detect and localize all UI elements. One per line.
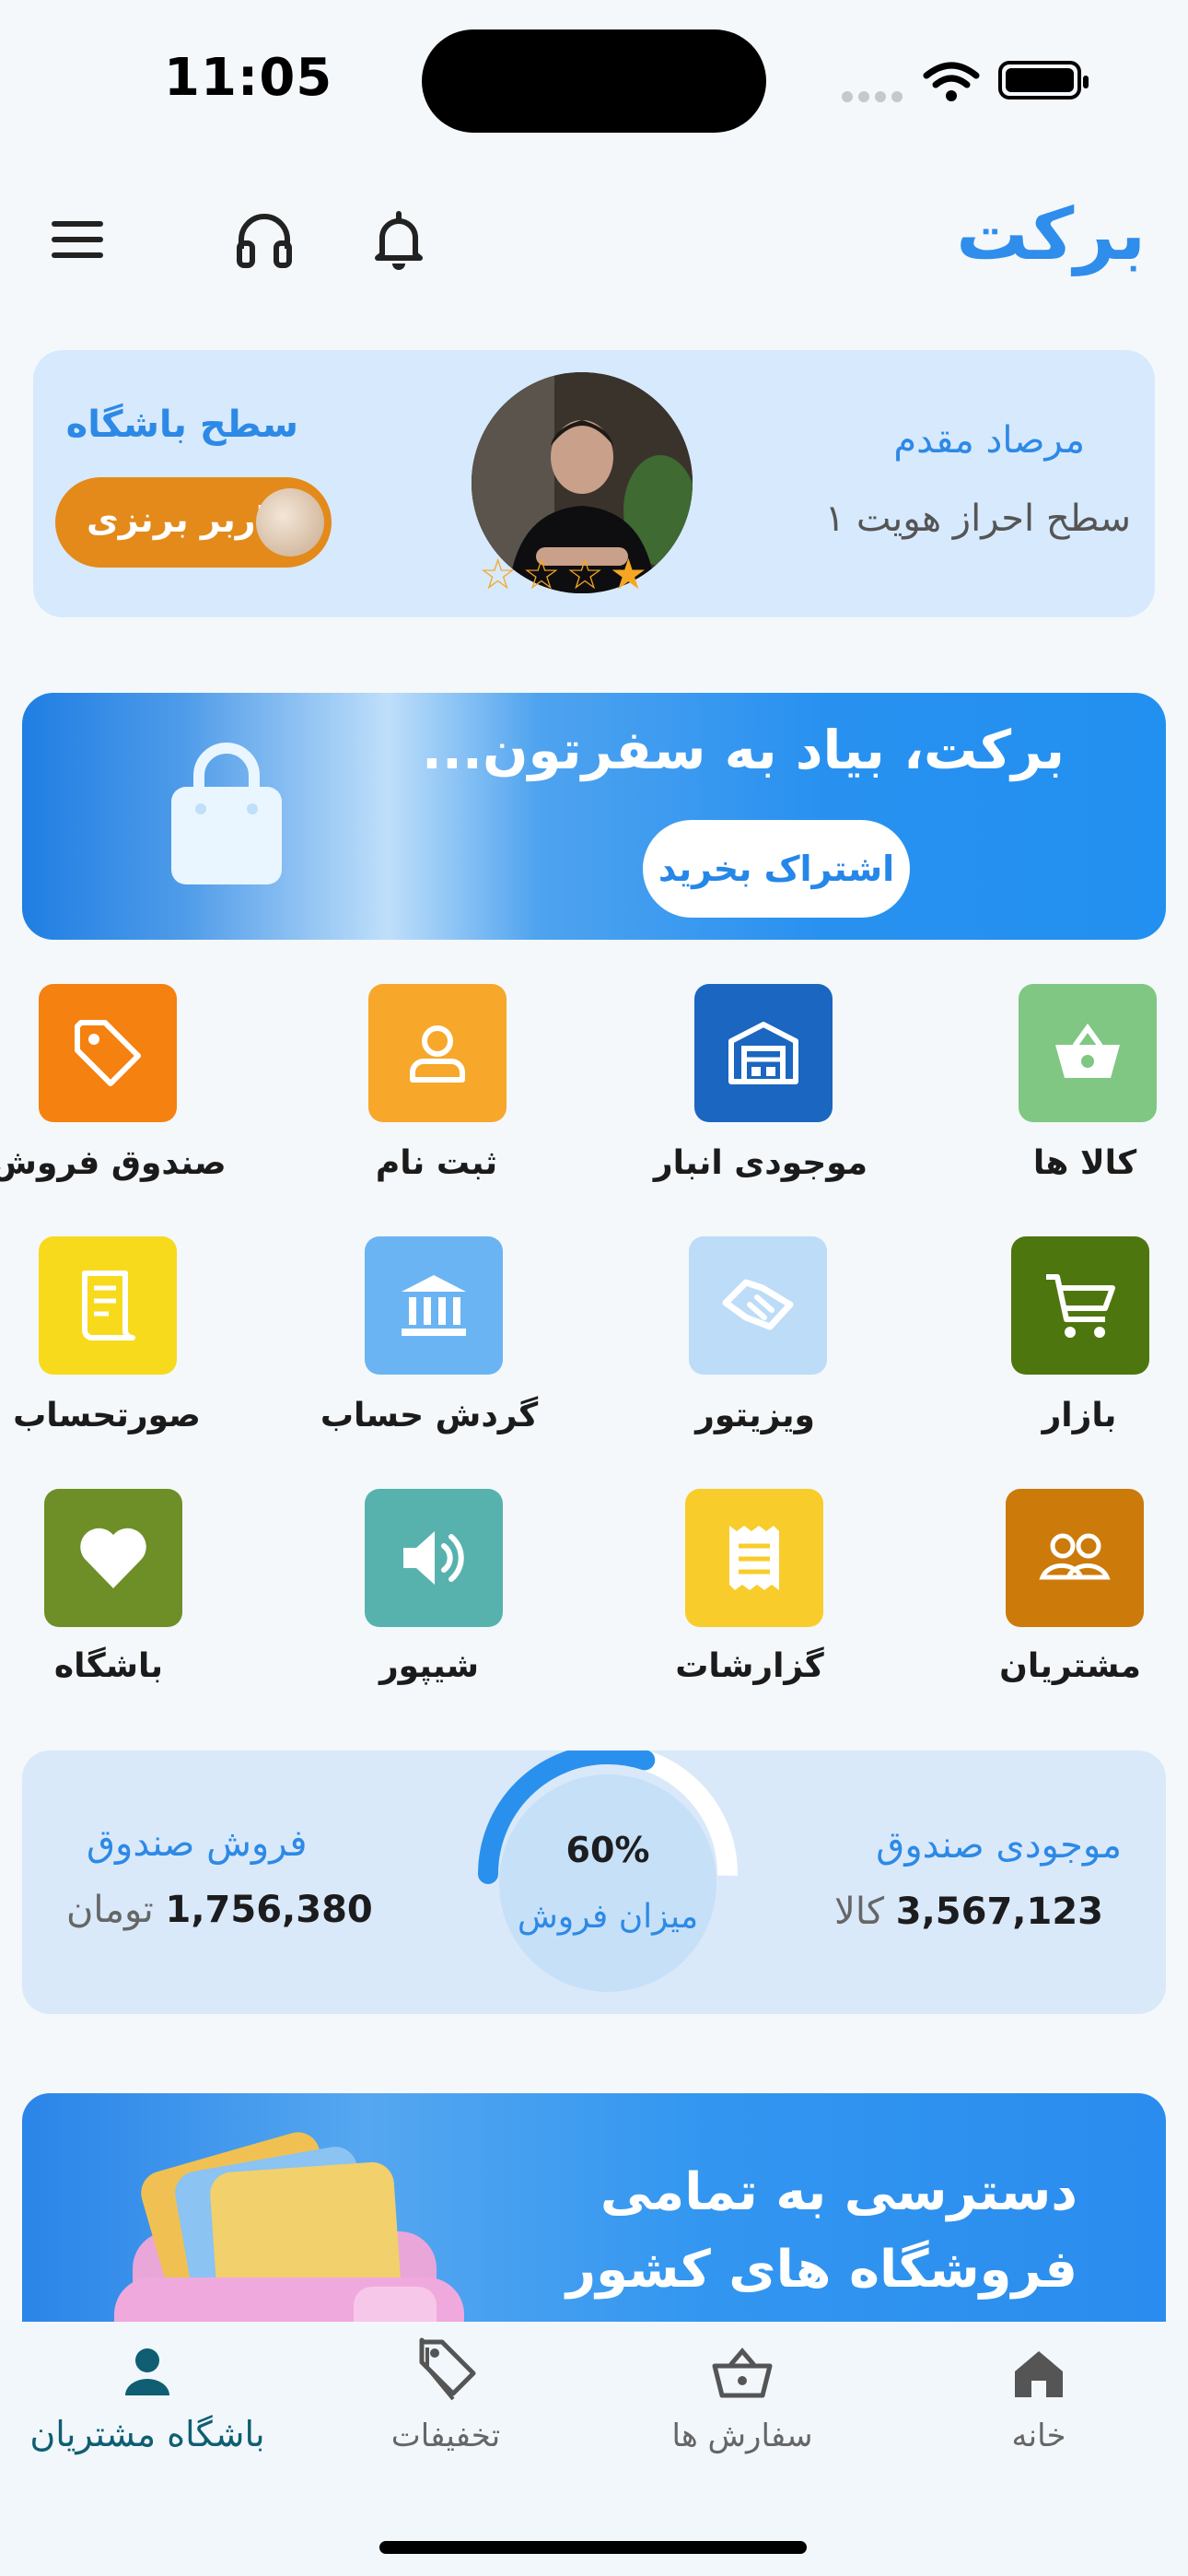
status-time: 11:05 (164, 48, 333, 108)
grid-label-warehouse: موجودی انبار (653, 1144, 868, 1182)
signal-icon (842, 88, 908, 106)
grid-label-products: کالا ها (1032, 1144, 1137, 1182)
grid-tile-account-turnover[interactable] (365, 1236, 503, 1375)
grid-label-reports: گزارشات (675, 1647, 824, 1685)
sales-gauge (478, 1751, 738, 1999)
home-indicator (379, 2541, 807, 2554)
star-empty-icon: ☆ (522, 549, 566, 599)
bank-icon (402, 1275, 466, 1336)
star-empty-icon: ☆ (479, 549, 523, 599)
inventory-number: 3,567,123 (895, 1891, 1103, 1933)
grid-label-register: ثبت نام (375, 1144, 498, 1182)
grid-tile-reports[interactable] (685, 1489, 823, 1627)
inventory-value: 3,567,123 کالا (834, 1891, 1103, 1933)
inventory-title: موجودی صندوق (876, 1824, 1122, 1867)
user-icon (410, 1025, 465, 1083)
tab-customer-club[interactable]: باشگاه مشتریان (9, 2340, 285, 2478)
cart-icon (1046, 1274, 1115, 1338)
basket-outline-icon (712, 2348, 773, 2398)
speaker-icon (403, 1531, 464, 1585)
report-icon (729, 1526, 779, 1590)
gauge-caption: میزان فروش (517, 1898, 699, 1936)
rating-stars: ☆☆☆★ (479, 549, 653, 599)
tab-orders[interactable]: سفارش ها (604, 2340, 880, 2478)
promo-line-1: دسترسی به تمامی (600, 2162, 1077, 2222)
tab-orders-label: سفارش ها (671, 2418, 813, 2454)
buy-subscription-button[interactable]: اشتراک بخرید (643, 820, 910, 918)
grid-tile-cashbox[interactable] (39, 984, 177, 1122)
star-empty-icon: ☆ (565, 549, 610, 599)
grid-label-invoice: صورتحساب (13, 1397, 201, 1434)
bell-icon[interactable] (367, 208, 431, 273)
grid-label-cashbox: صندوق فروش (0, 1144, 227, 1182)
grid-label-account-turnover: گردش حساب (320, 1397, 539, 1434)
grid-tile-products[interactable] (1019, 984, 1157, 1122)
person-icon (125, 2348, 169, 2395)
basket-icon (1055, 1023, 1120, 1078)
banner-title: برکت، بیاد به سفرتون... (421, 719, 1065, 781)
grid-label-market: بازار (1042, 1397, 1117, 1434)
grid-tile-visitor[interactable] (689, 1236, 827, 1375)
grid-label-visitor: ویزیتور (695, 1397, 815, 1434)
club-level-toggle-knob (256, 488, 324, 556)
users-icon (1039, 1533, 1111, 1580)
tab-discounts[interactable]: تخفیفات (308, 2331, 584, 2478)
grid-tile-club[interactable] (44, 1489, 182, 1627)
star-filled-icon: ★ (609, 549, 653, 599)
promo-line-2: فروشگاه های کشور (565, 2240, 1077, 2300)
grid-tile-market[interactable] (1011, 1236, 1149, 1375)
grid-label-sheypoor: شیپور (379, 1647, 480, 1685)
wifi-icon (923, 62, 980, 101)
club-level-title: سطح باشگاه (65, 404, 298, 446)
tab-home-label: خانه (1011, 2418, 1066, 2454)
tab-customer-club-label: باشگاه مشتریان (29, 2414, 265, 2454)
menu-icon[interactable] (46, 208, 111, 273)
sales-value: 1,756,380 تومان (66, 1889, 373, 1931)
handshake-icon (722, 1279, 794, 1330)
grid-tile-sheypoor[interactable] (365, 1489, 503, 1627)
dynamic-island (422, 29, 766, 133)
identity-level: سطح احراز هویت ۱ (824, 498, 1131, 540)
buy-subscription-label: اشتراک بخرید (658, 849, 895, 889)
grid-tile-warehouse[interactable] (694, 984, 833, 1122)
grid-label-club: باشگاه (53, 1647, 164, 1685)
tab-discounts-label: تخفیفات (390, 2418, 501, 2454)
home-icon (1015, 2351, 1063, 2397)
app-brand-title: برکت (956, 193, 1146, 276)
battery-icon (998, 61, 1089, 100)
sales-number: 1,756,380 (165, 1889, 373, 1931)
promo-title: دسترسی به تمامی فروشگاه های کشور (566, 2154, 1077, 2309)
warehouse-icon (728, 1022, 798, 1084)
sales-unit: تومان (66, 1889, 154, 1931)
grid-tile-invoice[interactable] (39, 1236, 177, 1375)
grid-label-customers: مشتریان (999, 1647, 1141, 1685)
tab-home[interactable]: خانه (901, 2340, 1177, 2478)
inventory-unit: کالا (834, 1891, 885, 1933)
gauge-percent: 60% (565, 1830, 650, 1870)
shopping-bag-icon (171, 743, 282, 884)
grid-tile-register[interactable] (368, 984, 507, 1122)
headset-icon[interactable] (232, 208, 297, 273)
tag-outline-icon (419, 2337, 476, 2401)
receipt-icon (82, 1270, 135, 1341)
club-level-badge[interactable]: کاربر برنزی (55, 477, 332, 568)
sales-title: فروش صندوق (87, 1822, 308, 1865)
heart-icon (80, 1528, 146, 1588)
grid-tile-customers[interactable] (1006, 1489, 1144, 1627)
user-name: مرصاد مقدم (893, 419, 1085, 462)
tag-icon (75, 1020, 141, 1086)
